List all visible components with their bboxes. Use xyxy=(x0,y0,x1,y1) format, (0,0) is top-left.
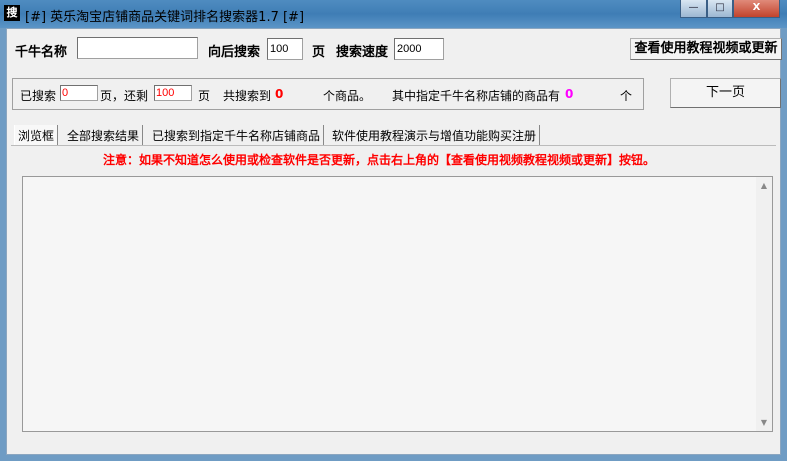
remaining-pages-input[interactable] xyxy=(154,85,192,101)
pages-label: 向后搜索 xyxy=(208,45,261,60)
main-window: 千牛名称 向后搜索 页 搜索速度 查看使用教程视频或更新 已搜索 页，还剩 页 … xyxy=(6,28,782,455)
app-icon: 搜 xyxy=(4,5,20,21)
tab-divider xyxy=(11,145,776,146)
maximize-button[interactable]: □ xyxy=(707,0,733,18)
tab-tutorial-register[interactable]: 软件使用教程演示与增值功能购买注册 xyxy=(329,125,541,145)
shop-name-input[interactable] xyxy=(77,37,198,59)
title-bar: 搜 [#] 英乐淘宝店铺商品关键词排名搜索器1.7 [#] — □ X xyxy=(0,0,787,28)
shop-count-label: 其中指定千牛名称店铺的商品有 xyxy=(392,89,561,103)
shop-count: 0 xyxy=(565,87,574,101)
tab-browser[interactable]: 浏览框 xyxy=(14,125,59,145)
total-label: 共搜索到 xyxy=(223,89,272,103)
speed-label: 搜索速度 xyxy=(336,45,389,60)
searched-pages-input[interactable] xyxy=(60,85,98,101)
close-button[interactable]: X xyxy=(733,0,780,18)
tab-all-results[interactable]: 全部搜索结果 xyxy=(64,125,144,145)
page-unit: 页 xyxy=(198,89,211,103)
searched-label: 已搜索 xyxy=(20,89,57,103)
remaining-label: 页，还剩 xyxy=(100,89,149,103)
notice-text: 注意：如果不知道怎么使用或检查软件是否更新，点击右上角的【查看使用视频教程视频或… xyxy=(103,153,656,167)
shop-count-unit: 个 xyxy=(620,89,633,103)
speed-input[interactable] xyxy=(394,38,444,60)
tab-shop-results[interactable]: 已搜索到指定千牛名称店铺商品 xyxy=(149,125,325,145)
pages-unit: 页 xyxy=(312,45,326,60)
scroll-up-icon[interactable]: ▲ xyxy=(756,181,772,190)
vertical-scrollbar[interactable]: ▲ ▼ xyxy=(756,177,772,431)
next-page-button[interactable]: 下一页 xyxy=(670,78,781,108)
tutorial-update-button[interactable]: 查看使用教程视频或更新 xyxy=(630,38,782,60)
window-title: [#] 英乐淘宝店铺商品关键词排名搜索器1.7 [#] xyxy=(25,10,305,25)
minimize-button[interactable]: — xyxy=(680,0,707,18)
scroll-down-icon[interactable]: ▼ xyxy=(756,418,772,427)
pages-input[interactable] xyxy=(267,38,303,60)
total-unit: 个商品。 xyxy=(323,89,372,103)
shop-name-label: 千牛名称 xyxy=(15,45,68,60)
browser-pane[interactable]: ▲ ▼ xyxy=(22,176,773,432)
total-count: 0 xyxy=(275,87,284,101)
